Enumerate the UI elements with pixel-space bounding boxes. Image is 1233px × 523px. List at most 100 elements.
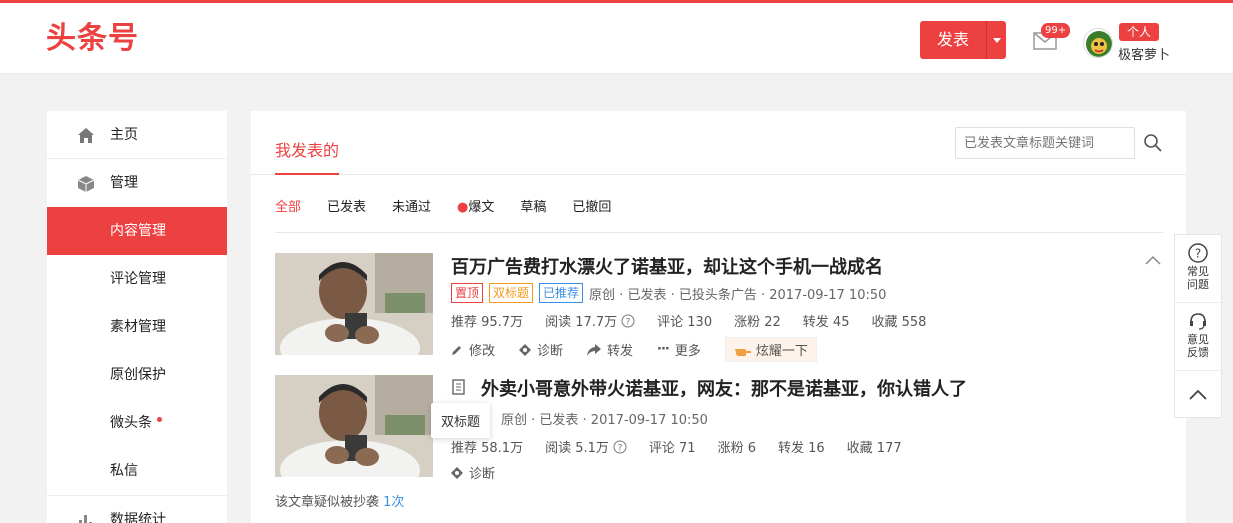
plagiarism-text: 该文章疑似被抄袭	[275, 495, 380, 510]
sidebar-item-micro-headline[interactable]: 微头条	[47, 399, 227, 447]
edit-button[interactable]: 修改	[451, 340, 495, 359]
feedback-button[interactable]: 意见反馈	[1175, 303, 1221, 371]
filter-draft[interactable]: 草稿	[520, 196, 546, 215]
article-actions: 修改 诊断 转发 ··· 更多 炫耀一下	[451, 337, 817, 362]
article-item: 百万广告费打水漂火了诺基亚，却让这个手机一战成名 置顶 双标题 已推荐 原创 ·…	[275, 253, 1163, 362]
sidebar-item-label: 原创保护	[110, 367, 166, 383]
publish-label[interactable]: 发表	[920, 21, 986, 59]
faq-button[interactable]: ? 常见问题	[1175, 235, 1221, 303]
share-arrow-icon	[587, 343, 602, 356]
article-actions: 诊断	[451, 463, 519, 482]
sidebar-item-home[interactable]: 主页	[47, 111, 227, 159]
mail-badge: 99+	[1041, 23, 1071, 38]
sidebar-item-content-manage[interactable]: 内容管理	[47, 207, 227, 255]
sidebar-item-statistics[interactable]: 数据统计	[47, 495, 227, 523]
sidebar-item-label: 主页	[110, 127, 138, 143]
document-icon[interactable]	[451, 379, 467, 395]
tag-recommended: 已推荐	[539, 283, 584, 303]
stat-share: 转发 16	[777, 441, 825, 456]
sidebar-item-material-manage[interactable]: 素材管理	[47, 303, 227, 351]
role-tag: 个人	[1119, 23, 1160, 41]
sidebar-item-private-message[interactable]: 私信	[47, 447, 227, 495]
tab-my-published[interactable]: 我发表的	[275, 137, 340, 175]
flaunt-label: 炫耀一下	[755, 344, 808, 359]
filter-published[interactable]: 已发表	[327, 196, 366, 215]
publish-button[interactable]: 发表	[920, 21, 1006, 59]
stat-fans: 涨粉 6	[717, 441, 756, 456]
sidebar-item-manage[interactable]: 管理	[47, 159, 227, 207]
diagnose-label: 诊断	[537, 344, 564, 359]
help-icon[interactable]: ?	[613, 440, 627, 454]
sidebar: 主页 管理 内容管理 评论管理 素材管理 原创保护 微头条 私信 数据统计	[47, 111, 227, 523]
article-thumbnail[interactable]	[275, 253, 433, 355]
chevron-up-icon	[1189, 389, 1207, 400]
avatar[interactable]	[1083, 28, 1113, 58]
flaunt-button[interactable]: 炫耀一下	[724, 337, 817, 362]
more-button[interactable]: ··· 更多	[657, 340, 701, 359]
publish-dropdown-icon[interactable]	[986, 21, 1006, 59]
help-icon[interactable]: ?	[621, 314, 635, 328]
diagnose-button[interactable]: 诊断	[519, 340, 563, 359]
stat-read: 阅读 17.7万	[545, 315, 618, 330]
main-panel: 我发表的 全部 已发表 未通过 ●爆文 草稿 已撤回	[251, 111, 1186, 523]
more-label: 更多	[674, 344, 701, 359]
sidebar-item-label: 数据统计	[110, 512, 166, 523]
filter-tabs: 全部 已发表 未通过 ●爆文 草稿 已撤回	[275, 196, 637, 215]
forward-label: 转发	[607, 344, 634, 359]
chevron-up-icon[interactable]	[1145, 255, 1161, 265]
home-icon	[78, 128, 94, 143]
filter-hot[interactable]: ●爆文	[457, 196, 494, 215]
sidebar-item-original-protect[interactable]: 原创保护	[47, 351, 227, 399]
stat-fav: 收藏 177	[846, 441, 902, 456]
article-title[interactable]: 百万广告费打水漂火了诺基亚，却让这个手机一战成名	[451, 253, 883, 279]
article-meta: 原创 · 已发表 · 2017-09-17 10:50	[501, 409, 708, 428]
diagnose-button[interactable]: 诊断	[451, 463, 495, 482]
tab-header: 我发表的	[251, 111, 1186, 175]
more-dots-icon: ···	[657, 342, 670, 357]
filter-hot-label: 爆文	[468, 200, 495, 215]
question-icon: ?	[1188, 243, 1208, 263]
logo[interactable]: 头条号	[46, 21, 139, 57]
sidebar-item-label: 微头条	[110, 415, 152, 431]
article-meta-text: 原创 · 已发表 · 已投头条广告 · 2017-09-17 10:50	[589, 287, 887, 303]
article-item: 外卖小哥意外带火诺基亚，网友：那不是诺基亚，你认错人了 原创 · 已发表 · 2…	[275, 375, 1163, 482]
forward-button[interactable]: 转发	[587, 340, 633, 359]
top-header: 头条号 发表 99+ 个人 极客萝卜	[0, 0, 1233, 74]
search-icon[interactable]	[1143, 133, 1163, 153]
stat-comment: 评论 130	[657, 315, 713, 330]
article-title[interactable]: 外卖小哥意外带火诺基亚，网友：那不是诺基亚，你认错人了	[481, 375, 967, 401]
pointing-hand-icon	[734, 348, 751, 356]
stat-fans: 涨粉 22	[734, 315, 781, 330]
tag-double-title[interactable]: 双标题	[489, 283, 534, 303]
pencil-icon	[452, 345, 461, 355]
diagnose-icon	[451, 466, 463, 479]
stat-share: 转发 45	[802, 315, 850, 330]
svg-text:?: ?	[618, 443, 623, 453]
diagnose-icon	[519, 343, 532, 356]
plagiarism-count-link[interactable]: 1次	[383, 495, 404, 510]
back-to-top-button[interactable]	[1175, 371, 1221, 417]
stat-recommend: 推荐 58.1万	[451, 441, 524, 456]
diagnose-label: 诊断	[469, 467, 496, 482]
stat-recommend: 推荐 95.7万	[451, 315, 524, 330]
sidebar-item-label: 管理	[110, 175, 138, 191]
sidebar-item-comment-manage[interactable]: 评论管理	[47, 255, 227, 303]
filter-rejected[interactable]: 未通过	[392, 196, 431, 215]
search-input[interactable]	[955, 127, 1135, 159]
stat-read: 阅读 5.1万	[545, 441, 609, 456]
tag-pinned: 置顶	[451, 283, 484, 303]
headset-icon	[1190, 313, 1206, 330]
user-name[interactable]: 极客萝卜	[1118, 44, 1170, 63]
tooltip: 双标题	[431, 403, 491, 438]
filter-all[interactable]: 全部	[275, 196, 301, 215]
svg-text:?: ?	[1195, 247, 1201, 261]
sidebar-item-label: 私信	[110, 463, 138, 479]
faq-label: 常见问题	[1187, 265, 1209, 291]
sidebar-item-label: 评论管理	[110, 271, 166, 287]
stat-fav: 收藏 558	[871, 315, 927, 330]
article-stats: 推荐 58.1万 阅读 5.1万 ? 评论 71 涨粉 6 转发 16 收藏 1…	[451, 437, 924, 456]
article-thumbnail[interactable]	[275, 375, 433, 477]
article-meta-text: 原创 · 已发表 · 2017-09-17 10:50	[501, 413, 708, 428]
sidebar-item-label: 素材管理	[110, 319, 166, 335]
filter-withdrawn[interactable]: 已撤回	[572, 196, 611, 215]
